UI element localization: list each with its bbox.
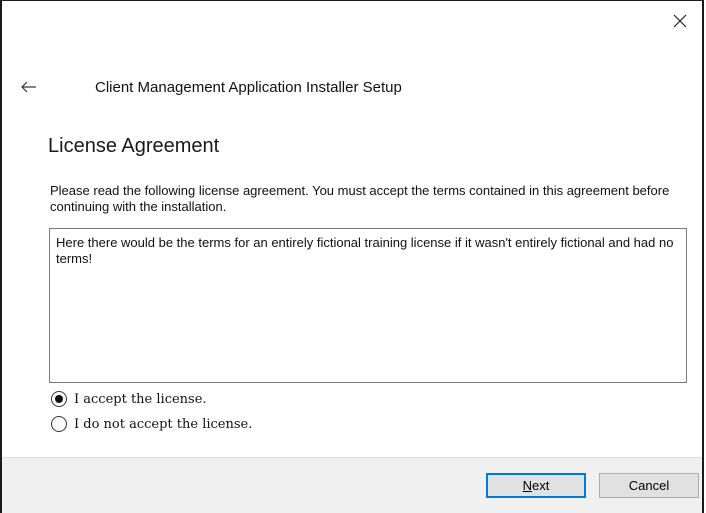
back-button[interactable] (14, 75, 44, 99)
next-mnemonic: N (522, 478, 533, 493)
close-icon (673, 14, 687, 28)
license-instructions: Please read the following license agreem… (50, 183, 670, 214)
decline-license-option[interactable]: I do not accept the license. (51, 416, 252, 432)
decline-radio[interactable] (51, 416, 67, 432)
window-title: Client Management Application Installer … (95, 79, 402, 96)
next-label: ext (532, 478, 550, 493)
close-button[interactable] (658, 1, 702, 41)
cancel-button[interactable]: Cancel (599, 473, 699, 498)
accept-label: I accept the license. (74, 391, 207, 407)
next-button[interactable]: Next (486, 473, 586, 498)
license-text: Here there would be the terms for an ent… (56, 235, 674, 266)
installer-window: Client Management Application Installer … (0, 0, 704, 513)
decline-label: I do not accept the license. (74, 416, 253, 432)
accept-radio[interactable] (51, 391, 67, 407)
accept-license-option[interactable]: I accept the license. (51, 391, 207, 407)
page-heading: License Agreement (48, 135, 220, 157)
button-bar: Next Cancel (2, 457, 702, 513)
license-text-box[interactable]: Here there would be the terms for an ent… (49, 228, 687, 383)
radio-selected-dot (55, 395, 63, 403)
back-arrow-icon (21, 81, 36, 93)
